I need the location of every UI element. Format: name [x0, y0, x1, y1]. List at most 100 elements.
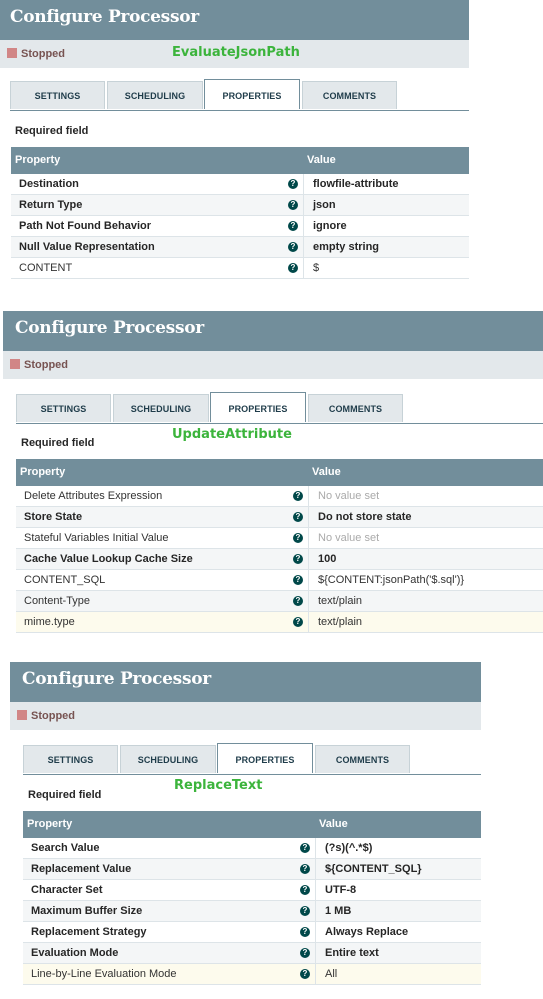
stopped-square-icon	[10, 359, 20, 369]
property-row[interactable]: Store State ? Do not store state	[16, 507, 543, 528]
property-value[interactable]: Do not store state	[318, 507, 412, 527]
tab-properties[interactable]: PROPERTIES	[217, 743, 313, 773]
help-question-icon[interactable]: ?	[293, 617, 303, 627]
table-header: Property Value	[11, 147, 469, 174]
tab-settings[interactable]: SETTINGS	[16, 394, 111, 422]
tab-scheduling[interactable]: SCHEDULING	[120, 745, 216, 773]
property-name: Replacement Strategy	[31, 926, 147, 938]
property-row[interactable]: Replacement Strategy ? Always Replace	[23, 922, 481, 943]
property-row[interactable]: Character Set ? UTF-8	[23, 880, 481, 901]
tab-properties[interactable]: PROPERTIES	[204, 79, 300, 109]
property-row[interactable]: Replacement Value ? ${CONTENT_SQL}	[23, 859, 481, 880]
property-value[interactable]: No value set	[318, 528, 379, 548]
help-question-icon[interactable]: ?	[288, 242, 298, 252]
help-question-icon[interactable]: ?	[293, 512, 303, 522]
help-question-icon[interactable]: ?	[288, 221, 298, 231]
property-row[interactable]: CONTENT ? $	[11, 258, 469, 279]
help-question-icon[interactable]: ?	[300, 927, 310, 937]
column-divider	[315, 859, 316, 879]
property-row-highlighted[interactable]: mime.type ? text/plain	[16, 612, 543, 633]
property-name: Search Value	[31, 842, 100, 854]
property-value[interactable]: flowfile-attribute	[313, 174, 399, 194]
property-name: CONTENT	[19, 262, 73, 274]
tab-scheduling[interactable]: SCHEDULING	[107, 81, 203, 109]
property-value[interactable]: json	[313, 195, 336, 215]
property-value[interactable]: 100	[318, 549, 336, 569]
properties-table: Property Value Destination ? flowfile-at…	[11, 147, 469, 279]
column-divider	[308, 612, 309, 632]
property-row[interactable]: Evaluation Mode ? Entire text	[23, 943, 481, 964]
property-row[interactable]: Stateful Variables Initial Value ? No va…	[16, 528, 543, 549]
property-name: Content-Type	[24, 595, 91, 607]
column-divider	[315, 922, 316, 942]
property-row[interactable]: Destination ? flowfile-attribute	[11, 174, 469, 195]
property-value[interactable]: text/plain	[318, 591, 362, 611]
property-value[interactable]: $	[313, 258, 319, 278]
property-value[interactable]: 1 MB	[325, 901, 351, 921]
help-question-icon[interactable]: ?	[293, 575, 303, 585]
tab-bar: SETTINGS SCHEDULING PROPERTIES COMMENTS	[10, 79, 469, 111]
property-name: Line-by-Line Evaluation Mode	[31, 968, 177, 980]
configure-processor-panel-evaluatejsonpath: Configure Processor Stopped EvaluateJson…	[0, 0, 469, 279]
property-row-highlighted[interactable]: Line-by-Line Evaluation Mode ? All	[23, 964, 481, 985]
property-value[interactable]: Always Replace	[325, 922, 408, 942]
help-question-icon[interactable]: ?	[288, 263, 298, 273]
tab-comments[interactable]: COMMENTS	[302, 81, 397, 109]
property-row[interactable]: Search Value ? (?s)(^.*$)	[23, 838, 481, 859]
property-value[interactable]: (?s)(^.*$)	[325, 838, 372, 858]
property-name: Return Type	[19, 199, 83, 211]
processor-status-bar: Stopped	[3, 351, 543, 379]
property-row[interactable]: Content-Type ? text/plain	[16, 591, 543, 612]
tab-settings[interactable]: SETTINGS	[10, 81, 105, 109]
help-question-icon[interactable]: ?	[300, 885, 310, 895]
tab-comments[interactable]: COMMENTS	[315, 745, 410, 773]
status-text: Stopped	[21, 48, 65, 60]
help-question-icon[interactable]: ?	[300, 906, 310, 916]
column-divider	[303, 258, 304, 278]
property-value[interactable]: ignore	[313, 216, 347, 236]
help-question-icon[interactable]: ?	[293, 554, 303, 564]
help-question-icon[interactable]: ?	[300, 948, 310, 958]
help-question-icon[interactable]: ?	[300, 843, 310, 853]
tab-properties[interactable]: PROPERTIES	[210, 392, 306, 422]
table-header: Property Value	[16, 459, 543, 486]
property-name: Evaluation Mode	[31, 947, 119, 959]
property-value[interactable]: text/plain	[318, 612, 362, 632]
help-question-icon[interactable]: ?	[293, 533, 303, 543]
property-value[interactable]: No value set	[318, 486, 379, 506]
tab-scheduling[interactable]: SCHEDULING	[113, 394, 209, 422]
table-header: Property Value	[23, 811, 481, 838]
tab-bar: SETTINGS SCHEDULING PROPERTIES COMMENTS	[16, 392, 543, 424]
column-divider	[308, 528, 309, 548]
property-value[interactable]: UTF-8	[325, 880, 356, 900]
tab-settings[interactable]: SETTINGS	[23, 745, 118, 773]
dialog-title: Configure Processor	[0, 0, 469, 40]
help-question-icon[interactable]: ?	[300, 969, 310, 979]
property-value[interactable]: Entire text	[325, 943, 379, 963]
property-value[interactable]: All	[325, 964, 337, 984]
processor-type-label: ReplaceText	[174, 778, 263, 793]
properties-table: Property Value Delete Attributes Express…	[16, 459, 543, 633]
column-divider	[308, 549, 309, 569]
property-name: mime.type	[24, 616, 75, 628]
property-column-header: Property	[15, 154, 61, 166]
property-column-header: Property	[20, 466, 66, 478]
status-text: Stopped	[31, 710, 75, 722]
help-question-icon[interactable]: ?	[293, 596, 303, 606]
help-question-icon[interactable]: ?	[288, 179, 298, 189]
property-row[interactable]: Delete Attributes Expression ? No value …	[16, 486, 543, 507]
help-question-icon[interactable]: ?	[288, 200, 298, 210]
property-value[interactable]: empty string	[313, 237, 379, 257]
help-question-icon[interactable]: ?	[300, 864, 310, 874]
property-value[interactable]: ${CONTENT:jsonPath('$.sql')}	[318, 570, 464, 590]
column-divider	[308, 591, 309, 611]
property-value[interactable]: ${CONTENT_SQL}	[325, 859, 422, 879]
help-question-icon[interactable]: ?	[293, 491, 303, 501]
property-row[interactable]: Null Value Representation ? empty string	[11, 237, 469, 258]
property-row[interactable]: Cache Value Lookup Cache Size ? 100	[16, 549, 543, 570]
property-row[interactable]: CONTENT_SQL ? ${CONTENT:jsonPath('$.sql'…	[16, 570, 543, 591]
tab-comments[interactable]: COMMENTS	[308, 394, 403, 422]
property-row[interactable]: Path Not Found Behavior ? ignore	[11, 216, 469, 237]
property-row[interactable]: Return Type ? json	[11, 195, 469, 216]
property-row[interactable]: Maximum Buffer Size ? 1 MB	[23, 901, 481, 922]
